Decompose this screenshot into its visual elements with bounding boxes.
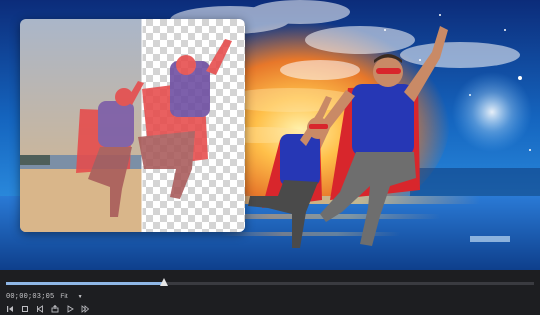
playhead-handle[interactable] [160, 278, 169, 286]
export-frame-icon [51, 304, 59, 312]
chevron-down-icon: ▼ [77, 293, 83, 300]
timecode-row: 00;00;03;05 Fit ▼ [6, 291, 83, 302]
video-frame [0, 0, 540, 270]
before-after-cutout-preview [20, 19, 245, 232]
timeline-scrubber[interactable] [6, 278, 534, 286]
zoom-fit-dropdown[interactable]: Fit ▼ [60, 293, 82, 300]
stop-button[interactable] [21, 305, 29, 313]
play-icon [67, 304, 74, 313]
step-forward-icon [81, 304, 89, 313]
export-frame-button[interactable] [51, 304, 59, 313]
stop-icon [22, 305, 28, 312]
set-in-button[interactable] [6, 305, 14, 313]
transport-controls [6, 304, 89, 313]
step-forward-button[interactable] [81, 304, 89, 313]
zoom-fit-label: Fit [60, 293, 68, 300]
current-timecode[interactable]: 00;00;03;05 [6, 293, 54, 301]
step-back-button[interactable] [36, 304, 44, 313]
video-player-controls: 00;00;03;05 Fit ▼ [0, 270, 540, 315]
timeline-progress [6, 282, 165, 285]
play-button[interactable] [66, 304, 74, 313]
set-in-icon [7, 305, 13, 312]
step-back-icon [37, 304, 43, 313]
